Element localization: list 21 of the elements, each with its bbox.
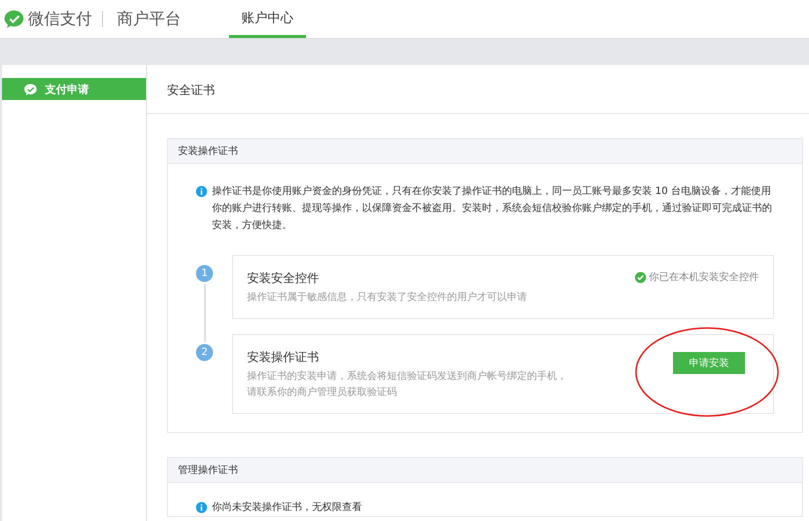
- info-text: 你尚未安装操作证书，无权限查看: [212, 500, 362, 515]
- info-text: 操作证书是你使用账户资金的身份凭证，只有在你安装了操作证书的电脑上，同一员工账号最多安装 10 台电脑设备，才能使用你的账户进行转账、提现等操作，以保障资金不被盗用。安装时，系统会短信校验你账户绑定的手机，通过验证即可完成证书的安装，方便快捷。: [212, 184, 773, 233]
- brand-name: 微信支付: [28, 8, 92, 30]
- step-number: 1: [196, 265, 213, 282]
- step-description: 操作证书的安装申请，系统会将短信验证码发送到商户帐号绑定的手机，: [247, 370, 568, 384]
- page-title: 安全证书: [147, 65, 809, 114]
- step-description: 请联系你的商户管理员获取验证码: [247, 386, 398, 400]
- chat-bubble-icon: [24, 82, 37, 96]
- info-icon: [196, 502, 207, 513]
- step-title: 安装操作证书: [247, 349, 320, 366]
- section-header: 管理操作证书: [168, 458, 802, 483]
- step-number: 2: [196, 344, 213, 361]
- platform-name: 商户平台: [117, 8, 181, 30]
- chat-bubble-logo-icon: [4, 9, 24, 29]
- info-icon: [196, 186, 207, 197]
- status-text: 你已在本机安装安全控件: [649, 270, 759, 284]
- apply-install-button[interactable]: 申请安装: [673, 352, 745, 374]
- section-header: 安装操作证书: [168, 139, 802, 164]
- sidebar-item[interactable]: 支付申请: [2, 78, 146, 100]
- step-title: 安装安全控件: [247, 270, 320, 287]
- step-description: 操作证书属于敏感信息，只有安装了安全控件的用户才可以申请: [247, 290, 528, 305]
